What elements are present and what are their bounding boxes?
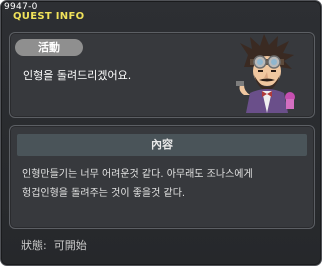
activity-tag: 活動 xyxy=(15,39,83,56)
content-description: 인형만들기는 너무 어려운것 같다. 아무래도 조나스에게 헝겁인형을 돌려주는… xyxy=(22,165,306,203)
activity-panel: 活動 인형을 돌려드리겠어요. xyxy=(9,32,315,118)
quest-info-window: 9947-0 QUEST INFO 活動 인형을 돌려드리겠어요. 內容 인형만… xyxy=(0,0,322,266)
status-value: 可開始 xyxy=(53,239,87,252)
activity-message: 인형을 돌려드리겠어요. xyxy=(23,69,132,82)
window-title: QUEST INFO xyxy=(13,11,85,22)
content-line: 헝겁인형을 돌려주는 것이 좋을것 같다. xyxy=(22,188,186,199)
content-panel: 內容 인형만들기는 너무 어려운것 같다. 아무래도 조나스에게 헝겁인형을 돌… xyxy=(9,125,315,229)
content-line: 인형만들기는 너무 어려운것 같다. 아무래도 조나스에게 xyxy=(22,169,253,180)
goggles-old-man-npc-icon xyxy=(236,34,295,113)
status-label: 狀態: xyxy=(21,239,47,252)
content-header: 內容 xyxy=(17,134,307,156)
quest-status: 狀態: 可開始 xyxy=(21,239,87,253)
